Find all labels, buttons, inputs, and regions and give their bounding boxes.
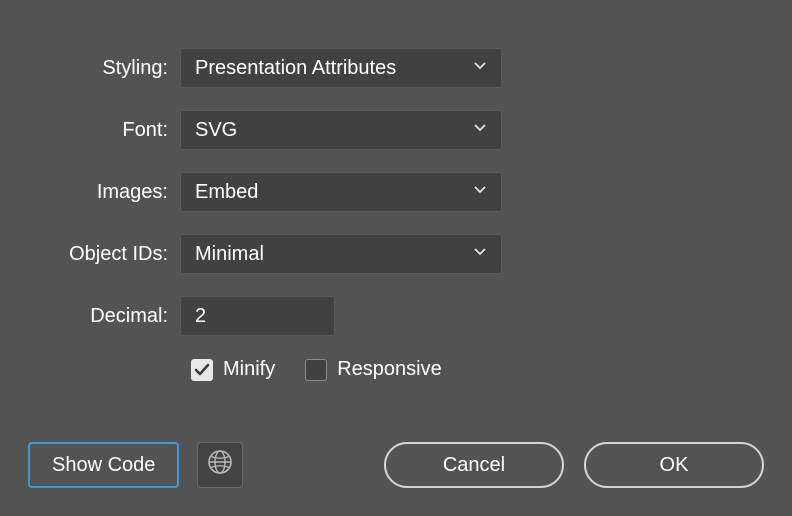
objectids-dropdown[interactable]: Minimal	[180, 234, 502, 274]
responsive-checkbox-item[interactable]: Responsive	[305, 358, 442, 381]
images-dropdown[interactable]: Embed	[180, 172, 502, 212]
font-label: Font:	[28, 119, 180, 142]
responsive-label: Responsive	[337, 358, 442, 381]
minify-checkbox[interactable]	[191, 359, 213, 381]
images-value: Embed	[195, 181, 258, 204]
decimal-value: 2	[195, 305, 206, 328]
cancel-button[interactable]: Cancel	[384, 442, 564, 488]
objectids-value: Minimal	[195, 243, 264, 266]
styling-label: Styling:	[28, 57, 180, 80]
styling-value: Presentation Attributes	[195, 57, 396, 80]
objectids-label: Object IDs:	[28, 243, 180, 266]
images-label: Images:	[28, 181, 180, 204]
decimal-input[interactable]: 2	[180, 296, 335, 336]
minify-checkbox-item[interactable]: Minify	[191, 358, 275, 381]
responsive-checkbox[interactable]	[305, 359, 327, 381]
decimal-label: Decimal:	[28, 305, 180, 328]
styling-dropdown[interactable]: Presentation Attributes	[180, 48, 502, 88]
ok-button[interactable]: OK	[584, 442, 764, 488]
minify-label: Minify	[223, 358, 275, 381]
chevron-down-icon	[473, 61, 487, 75]
globe-button[interactable]	[197, 442, 243, 488]
globe-icon	[207, 449, 233, 481]
chevron-down-icon	[473, 185, 487, 199]
chevron-down-icon	[473, 247, 487, 261]
font-dropdown[interactable]: SVG	[180, 110, 502, 150]
chevron-down-icon	[473, 123, 487, 137]
show-code-button[interactable]: Show Code	[28, 442, 179, 488]
font-value: SVG	[195, 119, 237, 142]
